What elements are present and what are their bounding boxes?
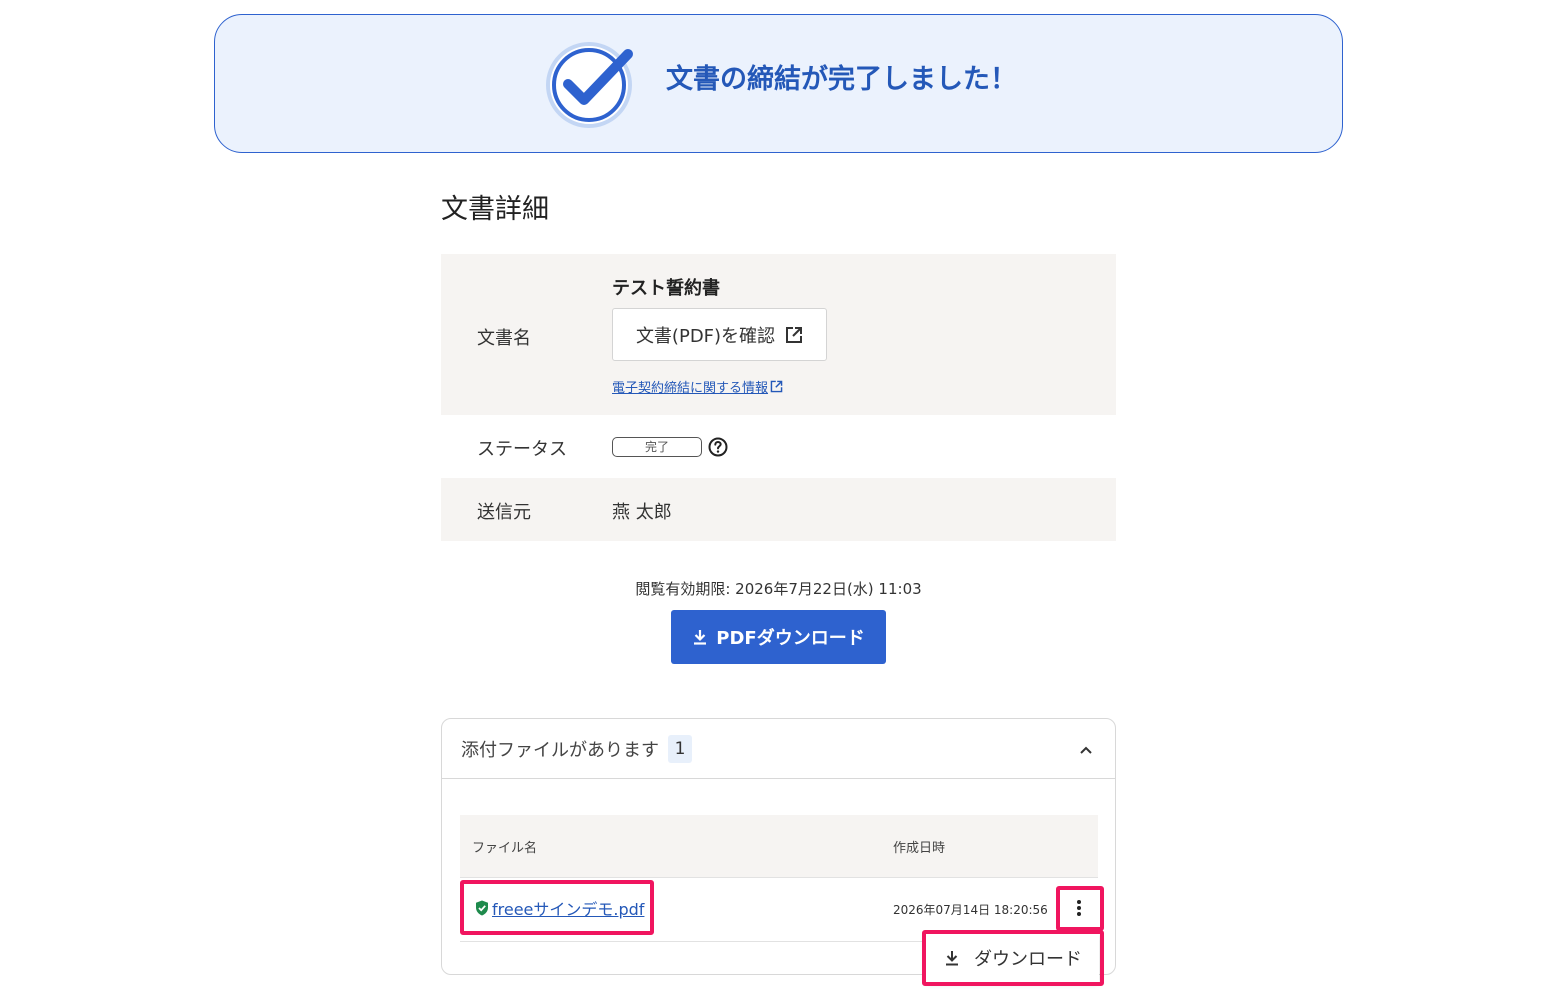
pdf-download-button[interactable]: PDFダウンロード xyxy=(671,610,886,664)
column-header-filename: ファイル名 xyxy=(472,841,538,856)
check-circle-icon xyxy=(546,42,633,128)
table-row: freeeサインデモ.pdf 2026年07月14日 18:20:56 xyxy=(460,878,1098,942)
file-created-date: 2026年07月14日 18:20:56 xyxy=(893,903,1048,917)
contract-info-link-label: 電子契約締結に関する情報 xyxy=(612,381,769,396)
document-title: テスト誓約書 xyxy=(612,278,720,299)
download-icon xyxy=(694,630,707,645)
column-header-created: 作成日時 xyxy=(893,841,946,856)
menu-item-download-label: ダウンロード xyxy=(974,949,1082,970)
sender-row: 送信元 燕 太郎 xyxy=(441,478,1116,541)
external-link-icon xyxy=(770,380,783,393)
document-name-row: 文書名 テスト誓約書 文書(PDF)を確認 電子契約締結に関する情報 xyxy=(441,254,1116,415)
pdf-download-label: PDFダウンロード xyxy=(716,628,865,649)
shield-check-icon xyxy=(476,900,488,916)
kebab-menu-icon xyxy=(1077,900,1081,916)
attachments-header[interactable]: 添付ファイルがあります 1 xyxy=(442,719,1115,779)
menu-item-download[interactable]: ダウンロード xyxy=(926,934,1099,982)
chevron-up-icon[interactable] xyxy=(1076,740,1096,760)
expiry-text: 閲覧有効期限: 2026年7月22日(水) 11:03 xyxy=(635,580,922,598)
document-name-label: 文書名 xyxy=(477,328,531,349)
completion-message: 文書の締結が完了しました！ xyxy=(666,64,1017,95)
file-table-header: ファイル名 作成日時 xyxy=(460,815,1098,878)
view-pdf-button[interactable]: 文書(PDF)を確認 xyxy=(612,308,827,361)
page-title: 文書詳細 xyxy=(441,194,549,225)
sender-label: 送信元 xyxy=(477,502,531,523)
question-circle-icon[interactable] xyxy=(707,436,729,458)
download-icon xyxy=(946,951,958,966)
external-link-icon xyxy=(786,326,803,343)
status-badge: 完了 xyxy=(612,437,702,457)
status-row: ステータス 完了 xyxy=(441,415,1116,478)
status-label: ステータス xyxy=(477,439,567,460)
file-link[interactable]: freeeサインデモ.pdf xyxy=(475,896,644,920)
row-menu-button[interactable] xyxy=(1064,891,1094,925)
view-pdf-label: 文書(PDF)を確認 xyxy=(635,325,776,347)
attachments-count-badge: 1 xyxy=(668,735,692,763)
attachments-title: 添付ファイルがあります xyxy=(461,740,659,761)
contract-info-link[interactable]: 電子契約締結に関する情報 xyxy=(612,377,783,396)
file-name: freeeサインデモ.pdf xyxy=(492,900,645,919)
sender-value: 燕 太郎 xyxy=(612,502,672,523)
